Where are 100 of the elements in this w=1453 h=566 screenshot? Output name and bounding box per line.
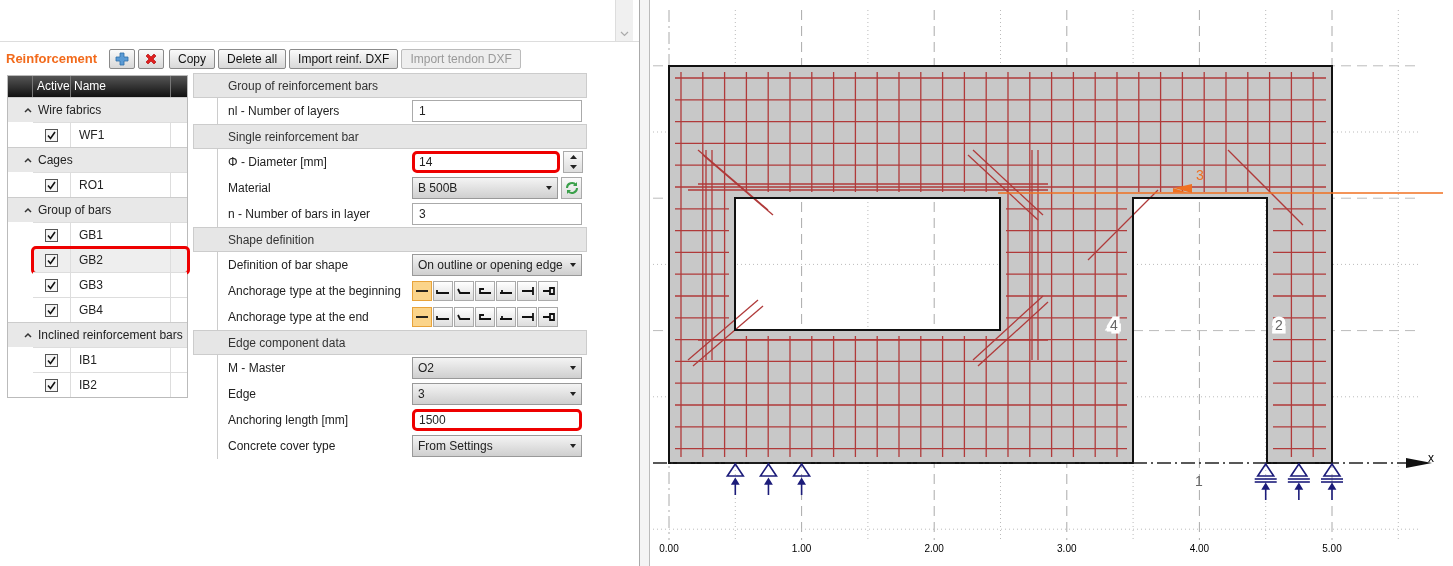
- property-label: Material: [228, 181, 271, 195]
- tree-row[interactable]: GB4: [33, 297, 187, 322]
- up-arrow-icon[interactable]: [569, 155, 577, 159]
- anchorage-type-icon: [457, 288, 471, 294]
- dropdown-arrow-icon[interactable]: [570, 444, 576, 448]
- input-field[interactable]: 1500: [412, 409, 582, 431]
- anchorage-option[interactable]: [412, 307, 432, 327]
- refresh-icon: [564, 181, 579, 195]
- checkbox[interactable]: [45, 353, 58, 367]
- tree-row[interactable]: WF1: [33, 122, 187, 147]
- dropdown[interactable]: O2: [412, 357, 582, 379]
- edge-label[interactable]: 1: [1195, 473, 1203, 489]
- anchorage-type-icon: [478, 314, 492, 320]
- checkbox[interactable]: [45, 378, 58, 392]
- support-icon: [792, 462, 812, 496]
- axis-tick-label: 3.00: [1057, 543, 1077, 554]
- property-label: Anchorage type at the beginning: [228, 284, 401, 298]
- anchorage-option[interactable]: [433, 307, 453, 327]
- anchorage-option[interactable]: [496, 281, 516, 301]
- collapse-icon[interactable]: [24, 107, 32, 113]
- support-icon: [725, 462, 745, 496]
- anchorage-type-icon: [520, 312, 534, 322]
- property-label: nl - Number of layers: [228, 104, 340, 118]
- anchorage-type-icon: [457, 314, 471, 320]
- property-label: Φ - Diameter [mm]: [228, 155, 327, 169]
- section-header[interactable]: Shape definition: [228, 233, 315, 247]
- section-header[interactable]: Edge component data: [228, 336, 346, 350]
- dropdown[interactable]: From Settings: [412, 435, 582, 457]
- anchorage-type-icon: [499, 314, 513, 320]
- tree-row[interactable]: GB1: [33, 222, 187, 247]
- anchorage-type-icon: [436, 288, 450, 294]
- anchorage-option[interactable]: [475, 307, 495, 327]
- toolbar-button[interactable]: Import reinf. DXF: [289, 49, 399, 69]
- checkbox[interactable]: [45, 278, 58, 292]
- anchorage-option[interactable]: [433, 281, 453, 301]
- tree-row[interactable]: GB2: [33, 247, 187, 272]
- anchorage-option[interactable]: [454, 281, 474, 301]
- panel-title: Reinforcement: [6, 50, 98, 69]
- anchorage-option[interactable]: [454, 307, 474, 327]
- dropdown-arrow-icon[interactable]: [546, 186, 552, 190]
- anchorage-option[interactable]: [538, 281, 558, 301]
- axis-tick-label: 2.00: [924, 543, 944, 554]
- tree-row[interactable]: IB1: [33, 347, 187, 372]
- checkbox[interactable]: [45, 178, 58, 192]
- anchorage-type-icon: [541, 313, 555, 321]
- anchorage-type-icon: [520, 286, 534, 296]
- property-label: Anchorage type at the end: [228, 310, 369, 324]
- down-arrow-icon[interactable]: [569, 165, 577, 169]
- dropdown[interactable]: B 500B: [412, 177, 558, 199]
- spinner-control[interactable]: [563, 151, 583, 173]
- support-icon: [1253, 462, 1278, 501]
- tree-row[interactable]: GB3: [33, 272, 187, 297]
- checkbox[interactable]: [45, 253, 58, 267]
- anchorage-option[interactable]: [517, 307, 537, 327]
- dropdown-arrow-icon[interactable]: [570, 392, 576, 396]
- collapse-icon[interactable]: [24, 332, 32, 338]
- anchorage-option[interactable]: [538, 307, 558, 327]
- input-field[interactable]: 1: [412, 100, 582, 122]
- property-label: Definition of bar shape: [228, 258, 349, 272]
- add-button[interactable]: [109, 49, 136, 69]
- group-label[interactable]: Cages: [38, 151, 73, 169]
- input-field[interactable]: 3: [412, 203, 582, 225]
- axis-label: x: [1428, 451, 1434, 465]
- anchorage-type-icon: [478, 288, 492, 294]
- support-icon: [1287, 462, 1311, 501]
- axis-tick-label: 4.00: [1189, 543, 1210, 554]
- axis-tick-label: 1.00: [791, 543, 812, 554]
- checkbox[interactable]: [45, 128, 58, 142]
- anchorage-option[interactable]: [475, 281, 495, 301]
- anchorage-type-icon: [499, 288, 513, 294]
- anchorage-option[interactable]: [412, 281, 432, 301]
- item-name: IB2: [71, 373, 171, 397]
- delete-button[interactable]: [138, 49, 165, 69]
- support-icon: [1320, 462, 1344, 501]
- tree-row[interactable]: IB2: [33, 372, 187, 397]
- collapse-icon[interactable]: [24, 157, 32, 163]
- add-icon: [114, 51, 131, 67]
- toolbar-button[interactable]: Copy: [169, 49, 216, 69]
- anchorage-type-icon: [541, 287, 555, 295]
- checkbox[interactable]: [45, 228, 58, 242]
- anchorage-option[interactable]: [496, 307, 516, 327]
- input-field[interactable]: 14: [412, 151, 560, 173]
- dropdown-arrow-icon[interactable]: [570, 263, 576, 267]
- support-icon: [758, 462, 778, 496]
- property-label: Concrete cover type: [228, 439, 336, 453]
- property-label: Edge: [228, 387, 257, 401]
- property-label: n - Number of bars in layer: [228, 207, 371, 221]
- dropdown[interactable]: 3: [412, 383, 582, 405]
- collapse-icon[interactable]: [24, 207, 32, 213]
- item-name: GB1: [71, 223, 171, 247]
- anchorage-option[interactable]: [517, 281, 537, 301]
- property-label: Anchoring length [mm]: [228, 413, 349, 427]
- toolbar-button[interactable]: Delete all: [218, 49, 287, 69]
- tree-row[interactable]: RO1: [33, 172, 187, 197]
- checkbox[interactable]: [45, 303, 58, 317]
- anchorage-type-icon: [436, 314, 450, 320]
- dropdown-arrow-icon[interactable]: [570, 366, 576, 370]
- section-header[interactable]: Single reinforcement bar: [228, 130, 359, 144]
- dropdown[interactable]: On outline or opening edge: [412, 254, 582, 276]
- axis-tick-label: 0.00: [659, 543, 679, 554]
